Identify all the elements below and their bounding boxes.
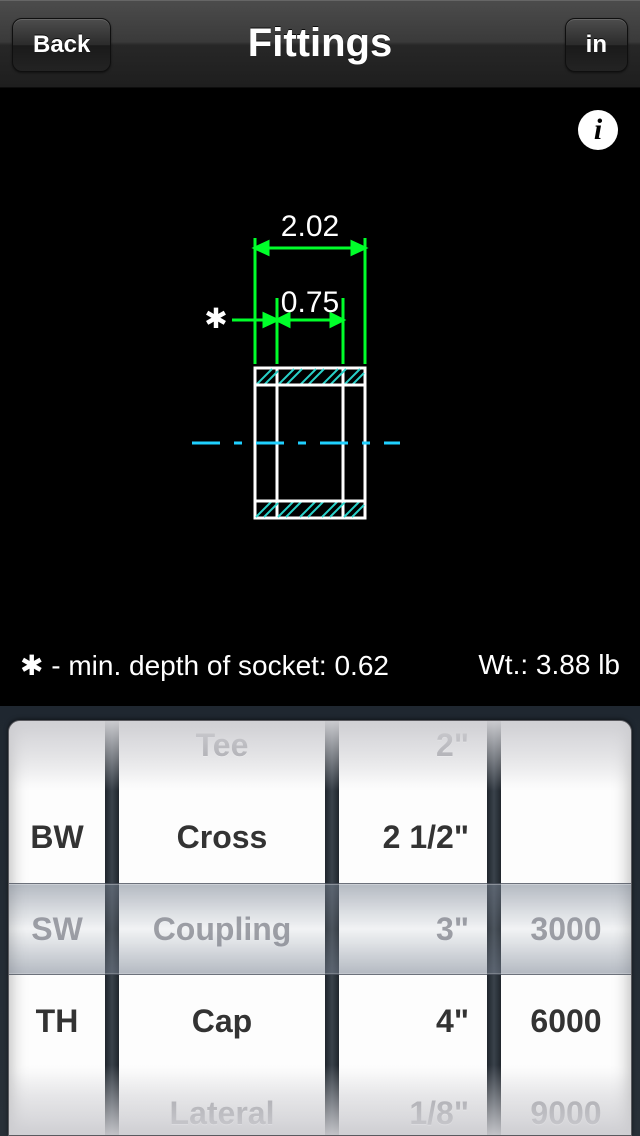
diagram-area: i 2.02 <box>0 88 640 706</box>
picker-item: SW <box>9 883 105 975</box>
picker-item: 2 1/2" <box>339 791 487 883</box>
picker-item: TH <box>9 975 105 1067</box>
unit-toggle-label: in <box>586 31 607 59</box>
navbar: Back Fittings in <box>0 0 640 88</box>
back-button-label: Back <box>33 31 90 59</box>
weight-value: 3.88 lb <box>536 649 620 680</box>
picker-item: 3" <box>339 883 487 975</box>
picker-item: 6000 <box>501 975 631 1067</box>
page-title: Fittings <box>248 21 392 66</box>
picker-item: Cross <box>119 791 325 883</box>
picker-col-size[interactable]: 2" 2 1/2" 3" 4" 1/8" <box>339 721 487 1135</box>
picker-col-shape[interactable]: Tee Cross Coupling Cap Lateral <box>119 721 325 1135</box>
fitting-diagram: 2.02 0.75 ✱ <box>0 88 640 706</box>
weight-note: Wt.: 3.88 lb <box>478 649 620 682</box>
outer-width-label: 2.02 <box>281 210 339 243</box>
picker-col-type[interactable]: BW SW TH <box>9 721 105 1135</box>
picker-item: BW <box>9 791 105 883</box>
socket-depth-value: 0.62 <box>334 650 389 681</box>
picker-item: Tee <box>119 721 325 791</box>
asterisk-marker: ✱ <box>204 303 227 334</box>
info-row: ✱ - min. depth of socket: 0.62 Wt.: 3.88… <box>0 649 640 682</box>
picker-separator <box>325 721 339 1135</box>
picker-item: 3000 <box>501 883 631 975</box>
picker-item: 9000 <box>501 1067 631 1135</box>
picker-item <box>501 721 631 791</box>
picker-item <box>501 791 631 883</box>
socket-note-prefix: ✱ - min. depth of socket: <box>20 650 334 681</box>
socket-depth-note: ✱ - min. depth of socket: 0.62 <box>20 649 389 682</box>
back-button[interactable]: Back <box>12 18 111 72</box>
picker-item <box>9 721 105 791</box>
picker-item: 2" <box>339 721 487 791</box>
unit-toggle-button[interactable]: in <box>565 18 628 72</box>
picker-separator <box>105 721 119 1135</box>
picker-item: Coupling <box>119 883 325 975</box>
picker-item <box>9 1067 105 1135</box>
picker-item: Lateral <box>119 1067 325 1135</box>
picker-item: 4" <box>339 975 487 1067</box>
picker-item: Cap <box>119 975 325 1067</box>
picker-frame: BW SW TH Tee Cross Coupling Cap Lateral … <box>8 720 632 1136</box>
picker-item: 1/8" <box>339 1067 487 1135</box>
weight-prefix: Wt.: <box>478 649 536 680</box>
picker-col-class[interactable]: 3000 6000 9000 <box>501 721 631 1135</box>
picker-area: BW SW TH Tee Cross Coupling Cap Lateral … <box>0 706 640 1136</box>
picker-separator <box>487 721 501 1135</box>
inner-width-label: 0.75 <box>281 286 339 319</box>
